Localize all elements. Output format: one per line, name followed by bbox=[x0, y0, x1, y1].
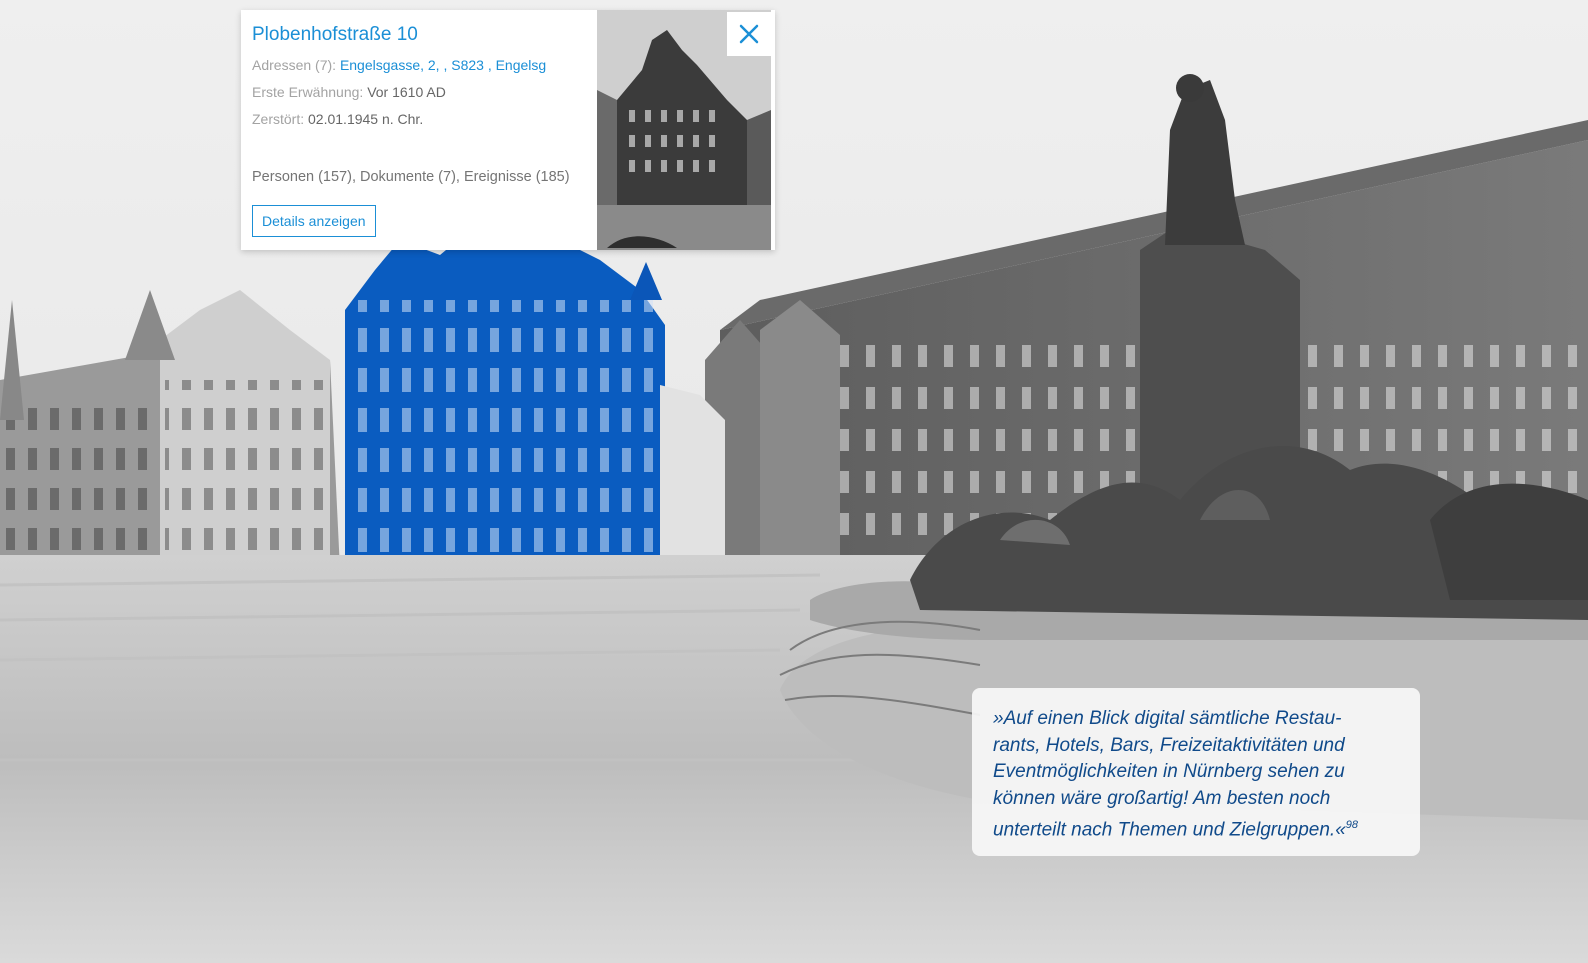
first-mention-label: Erste Erwähnung: bbox=[252, 84, 364, 100]
close-icon bbox=[739, 24, 759, 44]
quote-text: »Auf einen Blick digital sämtliche Resta… bbox=[993, 706, 1405, 844]
destroyed-value: 02.01.1945 n. Chr. bbox=[308, 111, 424, 127]
related-counts: Personen (157), Dokumente (7), Ereigniss… bbox=[252, 169, 570, 185]
destroyed-label: Zerstört: bbox=[252, 111, 305, 127]
quote-line: »Auf einen Blick digital sämtliche Resta… bbox=[993, 708, 1342, 729]
building-title: Plobenhofstraße 10 bbox=[252, 24, 418, 45]
building-info-popup: Plobenhofstraße 10 Adressen (7): Engelsg… bbox=[241, 10, 775, 250]
close-button[interactable] bbox=[727, 12, 771, 56]
quote-line: rants, Hotels, Bars, Freizeitaktivitäten… bbox=[993, 734, 1345, 756]
quote-line: unterteilt nach Themen und Zielgruppen.« bbox=[993, 819, 1346, 841]
destroyed-row: Zerstört: 02.01.1945 n. Chr. bbox=[252, 109, 602, 129]
quote-box: »Auf einen Blick digital sämtliche Resta… bbox=[972, 688, 1420, 856]
addresses-label: Adressen (7): bbox=[252, 57, 337, 73]
popup-body: Plobenhofstraße 10 Adressen (7): Engelsg… bbox=[252, 22, 602, 237]
first-mention-value: Vor 1610 AD bbox=[367, 84, 446, 100]
addresses-row: Adressen (7): Engelsgasse, 2, , S823 , E… bbox=[252, 55, 602, 75]
details-button[interactable]: Details anzeigen bbox=[252, 205, 376, 237]
quote-line: Eventmöglichkeiten in Nürnberg sehen zu bbox=[993, 761, 1345, 782]
quote-line: können wäre großartig! Am besten noch bbox=[993, 787, 1331, 809]
addresses-link[interactable]: Engelsgasse, 2, , S823 , Engelsg bbox=[340, 57, 546, 73]
footnote-marker: 98 bbox=[1345, 819, 1359, 831]
first-mention-row: Erste Erwähnung: Vor 1610 AD bbox=[252, 82, 602, 102]
